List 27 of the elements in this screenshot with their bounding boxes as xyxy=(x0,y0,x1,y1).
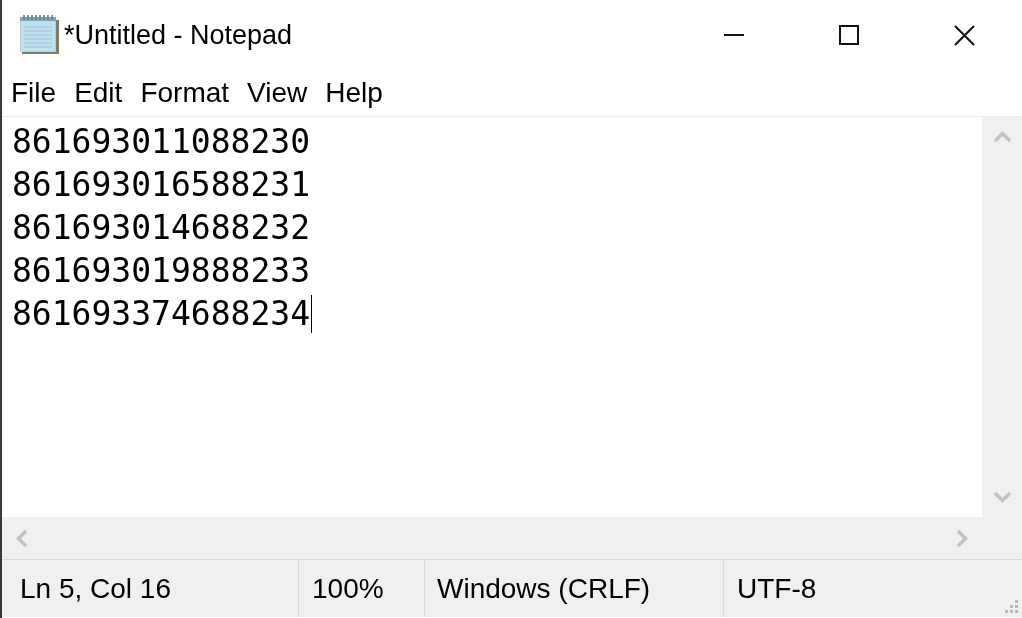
resize-grip-icon[interactable] xyxy=(1005,600,1019,614)
chevron-down-icon[interactable] xyxy=(993,492,1011,503)
minimize-icon xyxy=(723,34,744,36)
close-icon xyxy=(953,24,975,46)
text-line: 861693019888233 xyxy=(12,250,310,292)
status-text: Windows (CRLF) xyxy=(437,574,651,603)
text-cursor xyxy=(311,294,312,333)
horizontal-scrollbar[interactable] xyxy=(2,517,982,559)
status-text: UTF-8 xyxy=(737,574,817,603)
notepad-icon xyxy=(19,15,61,55)
menu-item[interactable]: Help xyxy=(316,73,392,113)
status-text: 100% xyxy=(312,574,384,603)
text-line: 861693014688232 xyxy=(12,207,310,249)
maximize-icon xyxy=(838,25,859,45)
status-text: Ln 5, Col 16 xyxy=(20,574,171,603)
menu-item[interactable]: Edit xyxy=(65,73,132,113)
chevron-up-icon[interactable] xyxy=(993,131,1011,142)
menu-item[interactable]: File xyxy=(2,73,66,113)
chevron-left-icon[interactable] xyxy=(16,529,27,547)
text-line: 861693374688234 xyxy=(12,293,310,335)
chevron-right-icon[interactable] xyxy=(957,529,968,547)
text-line: 861693016588231 xyxy=(12,164,310,206)
text-line: 861693011088230 xyxy=(12,121,310,163)
menu-item[interactable]: View xyxy=(238,73,317,113)
menu-item[interactable]: Format xyxy=(131,73,239,113)
window-title: *Untitled - Notepad xyxy=(64,21,293,49)
vertical-scrollbar[interactable] xyxy=(982,117,1022,517)
